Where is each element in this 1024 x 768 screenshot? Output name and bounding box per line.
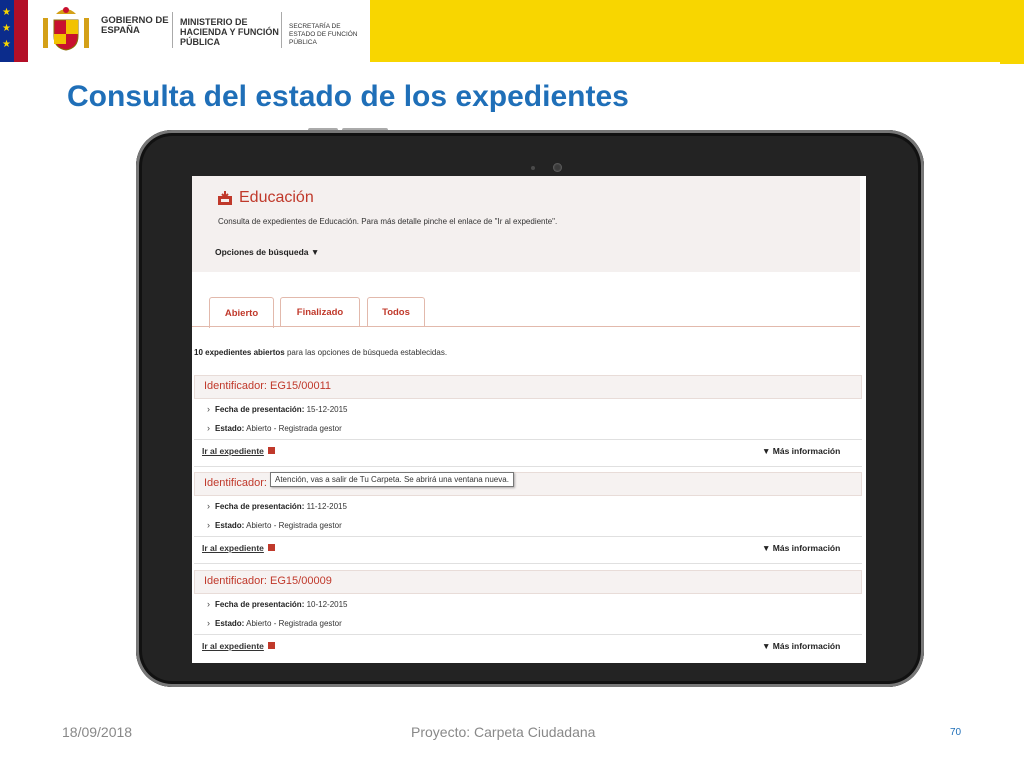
tablet-sensor — [531, 166, 535, 170]
more-info-button[interactable]: ▼ Más información — [762, 641, 840, 651]
coat-of-arms-icon — [43, 7, 89, 51]
page-title: Consulta del estado de los expedientes — [67, 80, 629, 113]
section-title: Educación — [239, 189, 314, 206]
go-to-record-link[interactable]: Ir al expediente — [202, 543, 275, 553]
date-label: Fecha de presentación: — [215, 600, 305, 609]
search-options-toggle[interactable]: Opciones de búsqueda ▼ — [215, 247, 319, 257]
date-label: Fecha de presentación: — [215, 502, 305, 511]
section-description: Consulta de expedientes de Educación. Pa… — [218, 217, 558, 226]
go-to-record-link[interactable]: Ir al expediente — [202, 446, 275, 456]
record-divider — [194, 439, 862, 440]
tab-todos[interactable]: Todos — [367, 297, 425, 327]
gobierno-label: GOBIERNO DE ESPAÑA — [101, 15, 169, 36]
record-bottom-line — [194, 563, 862, 564]
record-divider — [194, 634, 862, 635]
banner-divider — [281, 12, 282, 48]
record-date[interactable]: › Fecha de presentación: 11-12-2015 — [207, 501, 347, 511]
chevron-right-icon: › — [207, 404, 210, 414]
footer-project: Proyecto: Carpeta Ciudadana — [411, 724, 596, 740]
record-divider — [194, 536, 862, 537]
results-text: para las opciones de búsqueda establecid… — [284, 348, 448, 357]
record-header: Identificador: EG15/00009 — [194, 570, 862, 594]
status-label: Estado: — [215, 424, 245, 433]
chevron-right-icon: › — [207, 423, 210, 433]
status-value: Abierto - Registrada gestor — [244, 619, 342, 628]
banner-divider — [172, 12, 173, 48]
tab-finalizado[interactable]: Finalizado — [280, 297, 360, 327]
more-info-button[interactable]: ▼ Más información — [762, 446, 840, 456]
page-number: 70 — [950, 727, 962, 738]
status-label: Estado: — [215, 619, 245, 628]
record-date[interactable]: › Fecha de presentación: 10-12-2015 — [207, 599, 348, 609]
tablet-screen: Educación Consulta de expedientes de Edu… — [192, 176, 866, 663]
record-header: Identificador: EG15/00011 — [194, 375, 862, 399]
status-value: Abierto - Registrada gestor — [244, 424, 342, 433]
chevron-right-icon: › — [207, 520, 210, 530]
tablet-camera — [553, 163, 562, 172]
spain-flag-strip — [14, 0, 28, 62]
date-value: 11-12-2015 — [304, 502, 347, 511]
record-status[interactable]: › Estado: Abierto - Registrada gestor — [207, 618, 342, 628]
date-label: Fecha de presentación: — [215, 405, 305, 414]
results-count: 10 expedientes abiertos — [194, 348, 285, 357]
link-label: Ir al expediente — [202, 641, 264, 651]
results-summary: 10 expedientes abiertos para las opcione… — [194, 348, 447, 357]
external-link-icon — [267, 447, 275, 454]
record-status[interactable]: › Estado: Abierto - Registrada gestor — [207, 520, 342, 530]
chevron-right-icon: › — [207, 599, 210, 609]
eu-flag-strip: ★ ★ ★ — [0, 0, 14, 62]
record-bottom-line — [194, 466, 862, 467]
ministerio-label: MINISTERIO DE HACIENDA Y FUNCIÓN PÚBLICA — [180, 17, 279, 47]
secretaria-label: SECRETARÍA DE ESTADO DE FUNCIÓN PÚBLICA — [289, 23, 358, 46]
tab-abierto[interactable]: Abierto — [209, 297, 274, 328]
external-link-icon — [267, 642, 275, 649]
status-label: Estado: — [215, 521, 245, 530]
go-to-record-link[interactable]: Ir al expediente — [202, 641, 275, 651]
education-header: Educación Consulta de expedientes de Edu… — [192, 176, 860, 272]
record-card: Identificador: EG15/00009 › Fecha de pres… — [194, 570, 862, 662]
record-identifier: Identificador: EG15/00011 — [204, 380, 331, 392]
record-identifier: Identificador: EG15/00009 — [204, 575, 332, 587]
date-value: 10-12-2015 — [304, 600, 348, 609]
inbox-icon — [218, 191, 232, 205]
link-label: Ir al expediente — [202, 543, 264, 553]
record-status[interactable]: › Estado: Abierto - Registrada gestor — [207, 423, 342, 433]
status-value: Abierto - Registrada gestor — [244, 521, 342, 530]
record-date[interactable]: › Fecha de presentación: 15-12-2015 — [207, 404, 348, 414]
chevron-right-icon: › — [207, 501, 210, 511]
tabs-underline — [192, 326, 860, 327]
link-label: Ir al expediente — [202, 446, 264, 456]
date-value: 15-12-2015 — [304, 405, 348, 414]
footer-date: 18/09/2018 — [62, 724, 133, 740]
chevron-right-icon: › — [207, 618, 210, 628]
more-info-button[interactable]: ▼ Más información — [762, 543, 840, 553]
external-link-icon — [267, 544, 275, 551]
record-identifier: Identificador: — [204, 477, 267, 489]
record-card: Identificador: EG15/00011 › Fecha de pres… — [194, 375, 862, 467]
banner-edge — [1000, 60, 1024, 64]
external-link-tooltip: Atención, vas a salir de Tu Carpeta. Se … — [270, 472, 514, 487]
